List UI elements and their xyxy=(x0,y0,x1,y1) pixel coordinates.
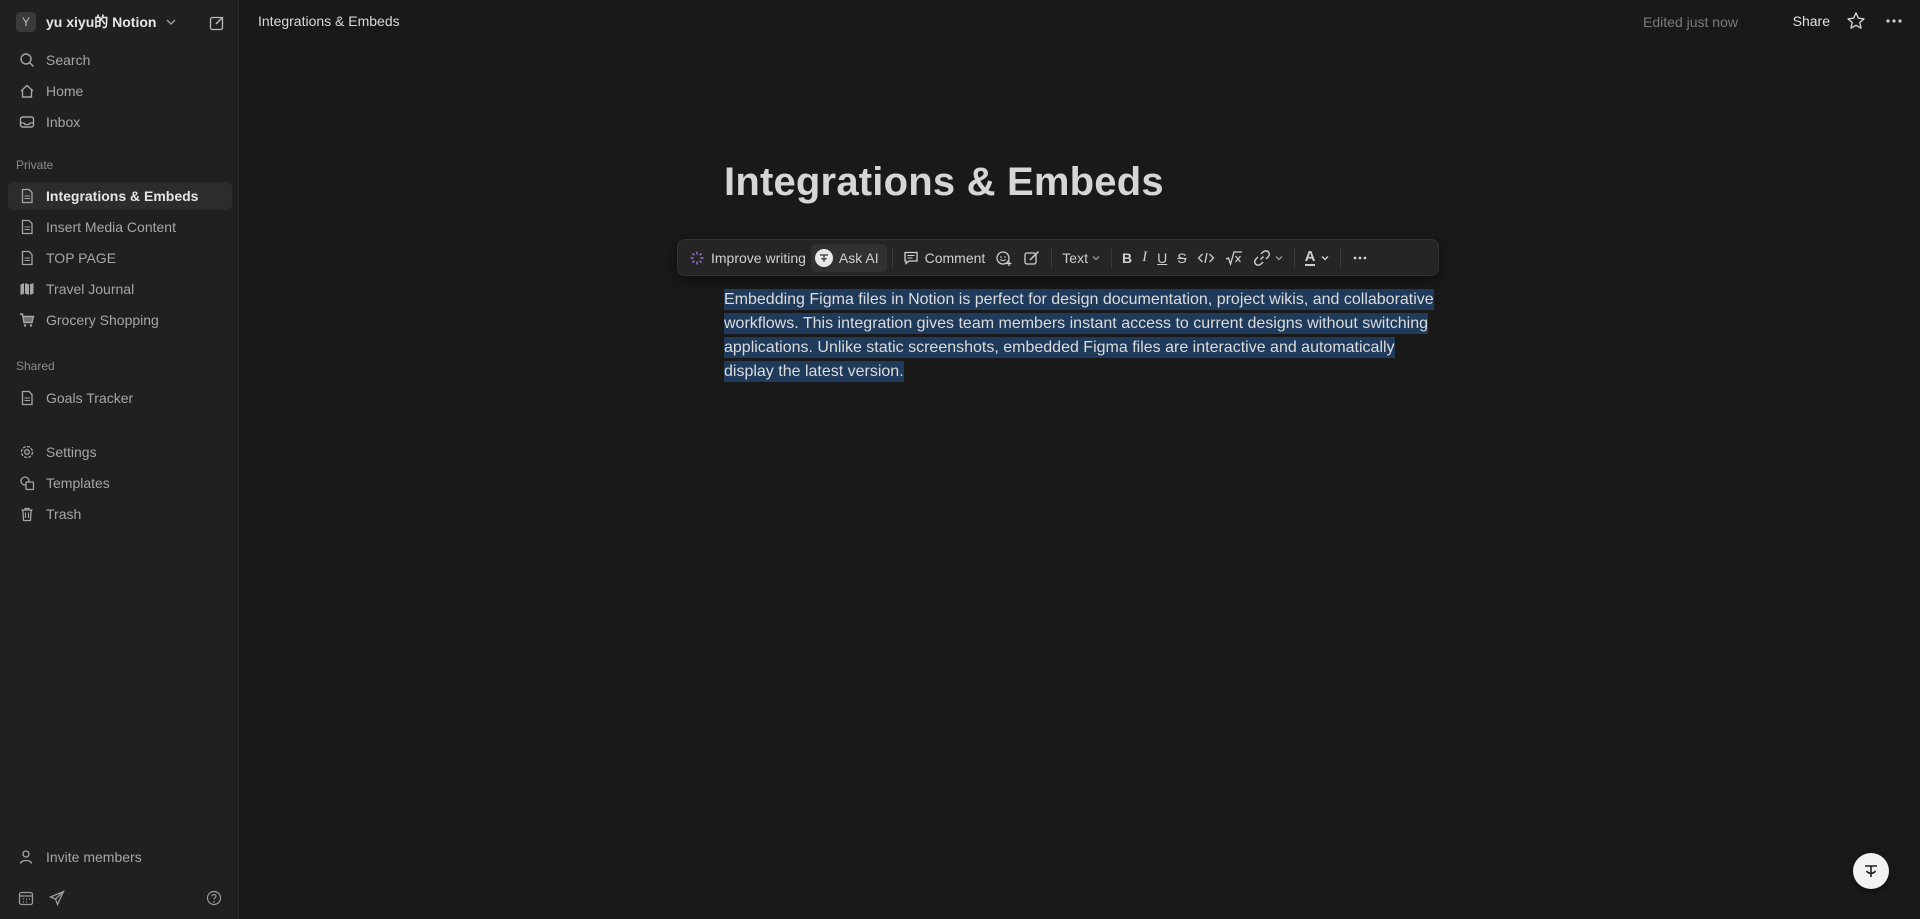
chevron-down-icon xyxy=(1274,253,1284,263)
code-icon[interactable] xyxy=(1192,244,1220,272)
sidebar-item-top-page[interactable]: TOP PAGE xyxy=(8,244,232,272)
improve-writing-label: Improve writing xyxy=(711,249,806,266)
inbox-icon xyxy=(18,113,36,131)
sidebar-item-search[interactable]: Search xyxy=(8,46,232,74)
breadcrumb[interactable]: Integrations & Embeds xyxy=(258,13,400,29)
sidebar-item-settings[interactable]: Settings xyxy=(8,438,232,466)
sidebar-item-label: Grocery Shopping xyxy=(46,312,159,328)
sidebar-item-label: Insert Media Content xyxy=(46,219,176,235)
more-options-icon[interactable] xyxy=(1346,244,1374,272)
text-type-label: Text xyxy=(1062,249,1088,266)
page-icon xyxy=(18,218,36,236)
sidebar-item-label: Goals Tracker xyxy=(46,390,134,406)
sidebar-item-label: Templates xyxy=(46,475,110,491)
page-icon xyxy=(18,249,36,267)
sidebar-item-templates[interactable]: Templates xyxy=(8,469,232,497)
templates-icon xyxy=(18,474,36,492)
share-button[interactable]: Share xyxy=(1793,13,1830,29)
text-color-button[interactable]: A xyxy=(1300,244,1336,272)
bold-icon[interactable]: B xyxy=(1117,244,1137,272)
text-color-icon: A xyxy=(1304,248,1316,266)
new-page-icon[interactable] xyxy=(206,12,228,34)
sidebar-item-label: Travel Journal xyxy=(46,281,135,297)
page-icon xyxy=(18,389,36,407)
home-icon xyxy=(18,82,36,100)
link-icon[interactable] xyxy=(1248,244,1289,272)
comment-icon xyxy=(903,250,919,266)
chevron-down-icon xyxy=(1091,253,1101,263)
formatting-toolbar: Improve writing Ask AI Comment Text B I … xyxy=(677,239,1439,276)
page-title[interactable]: Integrations & Embeds xyxy=(724,160,1164,205)
section-shared: Shared xyxy=(16,359,55,373)
notion-ai-button[interactable] xyxy=(1853,853,1889,889)
help-icon[interactable] xyxy=(203,887,225,909)
emoji-reaction-icon[interactable] xyxy=(990,244,1018,272)
improve-writing-button[interactable]: Improve writing xyxy=(684,244,811,272)
page-icon xyxy=(18,187,36,205)
sidebar-item-label: Home xyxy=(46,83,84,99)
italic-icon[interactable]: I xyxy=(1137,244,1152,272)
paragraph-text: Embedding Figma files in Notion is perfe… xyxy=(724,289,1434,382)
chevron-down-icon xyxy=(164,15,178,29)
person-add-icon xyxy=(18,848,36,866)
notion-ai-icon xyxy=(814,248,833,267)
topbar: Integrations & Embeds Edited just now Sh… xyxy=(240,0,1920,44)
gear-icon xyxy=(18,443,36,461)
invite-members-label: Invite members xyxy=(46,849,142,865)
sidebar-item-label: Integrations & Embeds xyxy=(46,188,199,204)
sidebar-item-travel-journal[interactable]: Travel Journal xyxy=(8,275,232,303)
sidebar-item-home[interactable]: Home xyxy=(8,77,232,105)
trash-icon xyxy=(18,505,36,523)
text-block-selected[interactable]: Embedding Figma files in Notion is perfe… xyxy=(724,288,1434,384)
calendar-icon[interactable] xyxy=(15,887,37,909)
workspace-switcher[interactable]: Y yu xiyu的 Notion xyxy=(8,8,232,36)
toolbar-divider xyxy=(1110,247,1112,268)
toolbar-divider xyxy=(891,247,893,268)
cart-icon xyxy=(18,311,36,329)
sidebar-item-trash[interactable]: Trash xyxy=(8,500,232,528)
sidebar-item-goals-tracker[interactable]: Goals Tracker xyxy=(8,384,232,412)
sidebar-item-inbox[interactable]: Inbox xyxy=(8,108,232,136)
toolbar-divider xyxy=(1051,247,1053,268)
underline-icon[interactable]: U xyxy=(1152,244,1172,272)
equation-icon[interactable] xyxy=(1220,244,1248,272)
send-icon[interactable] xyxy=(46,887,68,909)
strikethrough-icon[interactable]: S xyxy=(1172,244,1191,272)
workspace-avatar: Y xyxy=(16,12,36,32)
star-icon[interactable] xyxy=(1846,11,1868,33)
search-icon xyxy=(18,51,36,69)
comment-label: Comment xyxy=(924,249,986,266)
sidebar-item-label: Inbox xyxy=(46,114,81,130)
sidebar-item-integrations-embeds[interactable]: Integrations & Embeds xyxy=(8,182,232,210)
sparkle-icon xyxy=(689,250,705,266)
sidebar-footer xyxy=(0,879,239,919)
more-icon[interactable] xyxy=(1884,11,1906,33)
sidebar-item-insert-media[interactable]: Insert Media Content xyxy=(8,213,232,241)
section-private: Private xyxy=(16,158,54,172)
sidebar-item-label: Settings xyxy=(46,444,97,460)
edited-status: Edited just now xyxy=(1643,14,1738,30)
text-type-dropdown[interactable]: Text xyxy=(1057,244,1106,272)
notion-ai-icon xyxy=(1860,860,1882,882)
suggest-edits-icon[interactable] xyxy=(1018,244,1046,272)
sidebar: Y yu xiyu的 Notion Search Home Inbox Priv… xyxy=(0,0,239,919)
toolbar-divider xyxy=(1293,247,1295,268)
toolbar-divider xyxy=(1340,247,1342,268)
sidebar-item-label: Trash xyxy=(46,506,82,522)
sidebar-item-label: Search xyxy=(46,52,91,68)
ask-ai-button[interactable]: Ask AI xyxy=(810,243,887,272)
map-icon xyxy=(18,280,36,298)
ask-ai-label: Ask AI xyxy=(838,249,879,266)
sidebar-item-label: TOP PAGE xyxy=(46,250,117,266)
workspace-name: yu xiyu的 Notion xyxy=(46,14,157,30)
chevron-down-icon xyxy=(1320,253,1330,263)
comment-button[interactable]: Comment xyxy=(898,244,991,272)
sidebar-item-grocery-shopping[interactable]: Grocery Shopping xyxy=(8,306,232,334)
invite-members-button[interactable]: Invite members xyxy=(8,843,232,871)
